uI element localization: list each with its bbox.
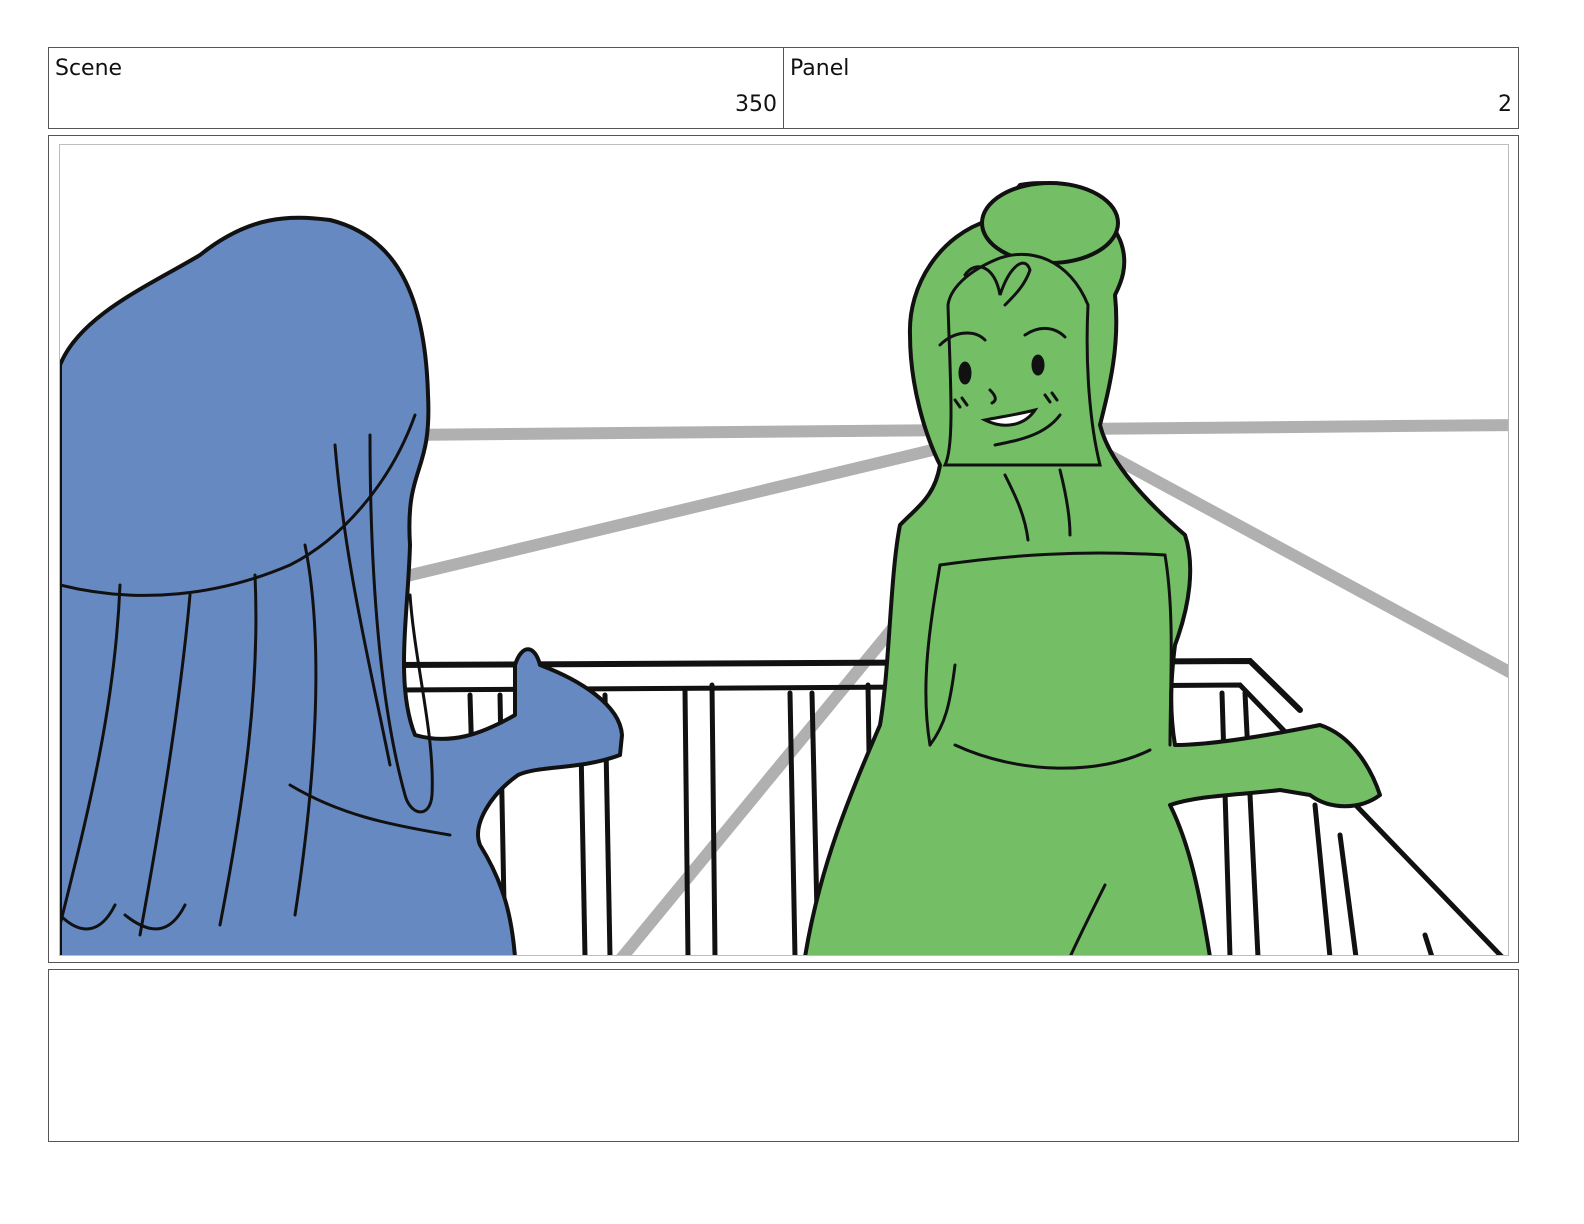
panel-label: Panel [790,56,850,81]
panel-number: 2 [1498,92,1512,117]
panel-frame [48,135,1519,963]
storyboard-header: Scene 350 Panel 2 [48,47,1519,129]
right-character [803,181,1382,955]
notes-box [48,969,1519,1142]
storyboard-drawing [60,181,1508,955]
panel-artwork [59,144,1509,956]
scene-number: 350 [735,92,777,117]
panel-cell: Panel 2 [783,48,1518,128]
scene-label: Scene [55,56,123,81]
left-character [60,215,624,955]
scene-cell: Scene 350 [49,48,783,128]
